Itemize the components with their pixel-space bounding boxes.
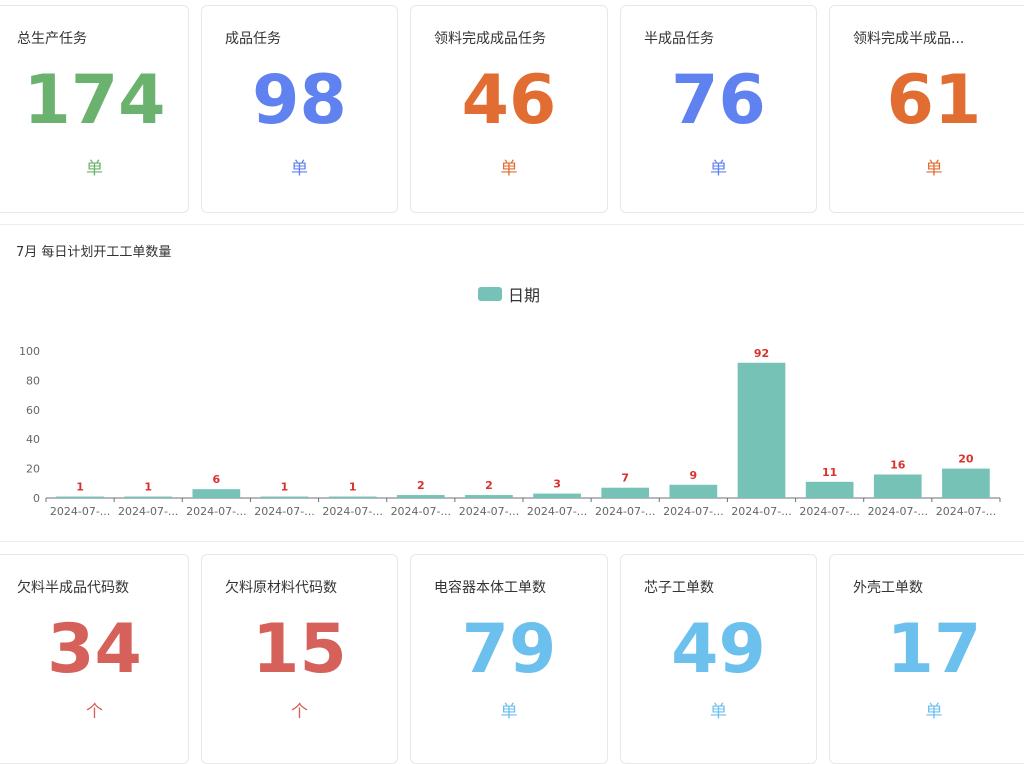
chart-bar[interactable] bbox=[465, 495, 513, 498]
stat-card[interactable]: 领料完成成品任务 46 单 bbox=[410, 5, 608, 213]
stat-card-title: 领料完成成品任务 bbox=[434, 31, 546, 47]
x-tick-label: 2024-07-... bbox=[731, 505, 791, 518]
chart-bar[interactable] bbox=[601, 487, 650, 498]
bar-data-label: 2 bbox=[417, 479, 425, 492]
stat-card-unit: 单 bbox=[925, 159, 943, 179]
chart-bar[interactable] bbox=[260, 496, 309, 498]
chart-bar[interactable] bbox=[942, 468, 990, 498]
stat-card-title: 欠料原材料代码数 bbox=[225, 580, 337, 596]
divider bbox=[0, 224, 1024, 225]
stat-card-unit: 单 bbox=[925, 702, 943, 722]
stat-card-value: 79 bbox=[461, 610, 557, 689]
bar-chart: 02040608010012024-07-...12024-07-...6202… bbox=[19, 345, 1001, 518]
chart-bar[interactable] bbox=[533, 493, 581, 498]
y-tick-label: 0 bbox=[33, 492, 40, 505]
y-tick-label: 80 bbox=[26, 374, 40, 387]
x-tick-label: 2024-07-... bbox=[50, 505, 110, 518]
stat-card-title: 半成品任务 bbox=[644, 31, 714, 47]
bar-data-label: 1 bbox=[349, 481, 357, 494]
stat-card-title: 欠料半成品代码数 bbox=[17, 580, 129, 596]
y-tick-label: 20 bbox=[26, 463, 40, 476]
bar-data-label: 7 bbox=[621, 472, 629, 485]
bar-data-label: 6 bbox=[213, 473, 221, 486]
daily-workorder-chart-panel: 7月 每日计划开工工单数量 日期 0 20 40 60 80 100 1 2024-07-..… bbox=[0, 226, 1024, 540]
x-tick-label: 2024-07-... bbox=[936, 505, 996, 518]
x-tick-label: 2024-07-... bbox=[186, 505, 246, 518]
stat-card[interactable]: 欠料半成品代码数 34 个 bbox=[0, 554, 189, 764]
x-tick-label: 2024-07-... bbox=[527, 505, 587, 518]
stat-card-value: 76 bbox=[671, 61, 766, 140]
bar-data-label: 2 bbox=[485, 479, 493, 492]
chart-bar[interactable] bbox=[873, 474, 922, 498]
stat-card-title: 总生产任务 bbox=[17, 31, 87, 47]
x-tick-label: 2024-07-... bbox=[459, 505, 519, 518]
bar-data-label: 9 bbox=[690, 469, 698, 482]
stat-card-unit: 单 bbox=[710, 159, 727, 179]
stat-card-title: 电容器本体工单数 bbox=[434, 580, 546, 596]
stat-card-unit: 单 bbox=[710, 702, 727, 722]
stat-card[interactable]: 成品任务 98 单 bbox=[201, 5, 398, 213]
stat-card-title: 领料完成半成品... bbox=[853, 31, 965, 47]
y-tick-label: 60 bbox=[26, 404, 40, 417]
stat-card-value: 49 bbox=[671, 610, 766, 689]
chart-bar[interactable] bbox=[396, 495, 445, 498]
stat-card-value: 61 bbox=[886, 61, 982, 140]
bar-data-label: 1 bbox=[281, 481, 289, 494]
x-tick-label: 2024-07-... bbox=[663, 505, 723, 518]
stat-card-value: 174 bbox=[23, 61, 166, 140]
stat-card-value: 34 bbox=[47, 610, 142, 689]
chart-bar[interactable] bbox=[328, 496, 377, 498]
x-tick-label: 2024-07-... bbox=[391, 505, 451, 518]
stat-card-unit: 个 bbox=[291, 702, 308, 722]
divider bbox=[0, 541, 1024, 542]
chart-bar[interactable] bbox=[124, 496, 173, 498]
stat-card[interactable]: 总生产任务 174 单 bbox=[0, 5, 189, 213]
stat-card-value: 46 bbox=[461, 61, 557, 140]
bar-data-label: 16 bbox=[890, 458, 906, 471]
chart-bar[interactable] bbox=[805, 481, 854, 498]
chart-bar[interactable] bbox=[192, 489, 241, 498]
stat-card-value: 15 bbox=[252, 610, 347, 689]
x-tick-label: 2024-07-... bbox=[254, 505, 314, 518]
stat-card[interactable]: 芯子工单数 49 单 bbox=[620, 554, 817, 764]
stat-card-value: 17 bbox=[886, 610, 982, 689]
bar-data-label: 1 bbox=[76, 481, 84, 494]
stat-card[interactable]: 欠料原材料代码数 15 个 bbox=[201, 554, 398, 764]
x-tick-label: 2024-07-... bbox=[799, 505, 859, 518]
bar-data-label: 3 bbox=[553, 478, 561, 491]
chart-bar[interactable] bbox=[56, 496, 104, 498]
bar-data-label: 20 bbox=[958, 453, 974, 466]
bar-data-label: 1 bbox=[144, 481, 152, 494]
stat-card[interactable]: 半成品任务 76 单 bbox=[620, 5, 817, 213]
stat-card-value: 98 bbox=[252, 61, 347, 140]
chart-bar[interactable] bbox=[669, 484, 718, 498]
stat-card-title: 外壳工单数 bbox=[853, 580, 923, 596]
stat-card-title: 芯子工单数 bbox=[644, 580, 714, 596]
x-tick-label: 2024-07-... bbox=[595, 505, 655, 518]
stat-card-unit: 个 bbox=[86, 702, 103, 722]
x-tick-label: 2024-07-... bbox=[118, 505, 178, 518]
stat-card-unit: 单 bbox=[500, 702, 518, 722]
stat-card-title: 成品任务 bbox=[225, 31, 281, 47]
stat-card[interactable]: 领料完成半成品... 61 单 bbox=[829, 5, 1024, 213]
bar-data-label: 11 bbox=[822, 466, 837, 479]
chart-bar[interactable] bbox=[737, 362, 786, 498]
stat-card[interactable]: 电容器本体工单数 79 单 bbox=[410, 554, 608, 764]
y-tick-label: 100 bbox=[19, 345, 40, 358]
x-tick-label: 2024-07-... bbox=[868, 505, 928, 518]
stat-card[interactable]: 外壳工单数 17 单 bbox=[829, 554, 1024, 764]
stat-card-unit: 单 bbox=[291, 159, 308, 179]
y-tick-label: 40 bbox=[26, 433, 40, 446]
stat-card-unit: 单 bbox=[86, 159, 103, 179]
bar-data-label: 92 bbox=[754, 347, 769, 360]
x-tick-label: 2024-07-... bbox=[322, 505, 382, 518]
stat-card-unit: 单 bbox=[500, 159, 518, 179]
